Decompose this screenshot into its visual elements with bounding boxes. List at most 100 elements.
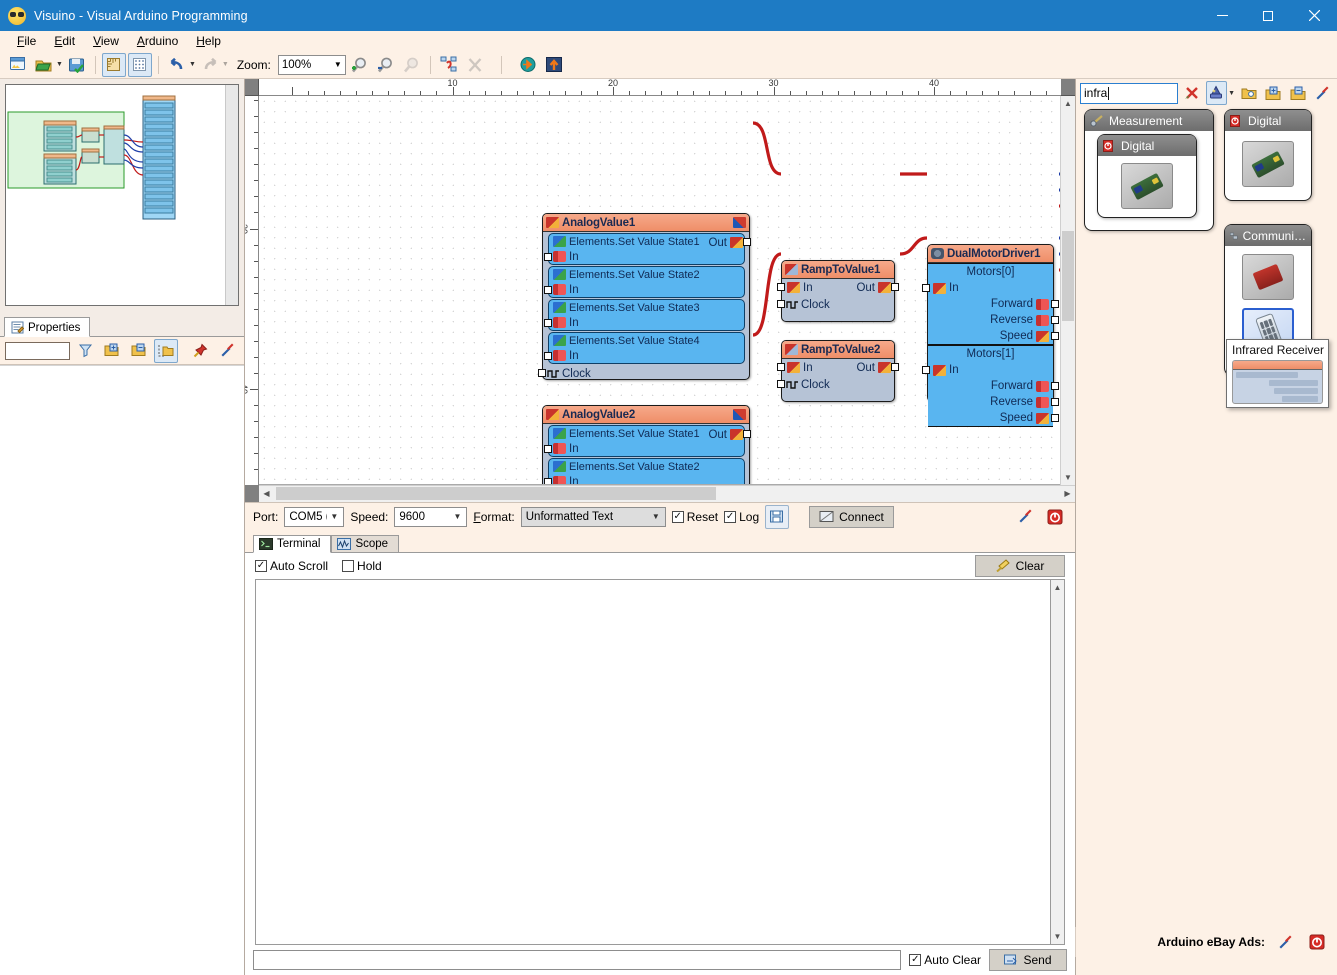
tab-scope[interactable]: Scope: [331, 535, 399, 553]
digital-board-item[interactable]: [1242, 141, 1294, 187]
motor-output-row[interactable]: Forward: [928, 378, 1053, 394]
input-pin[interactable]: [777, 363, 785, 371]
motor-output-pin[interactable]: [1051, 300, 1059, 308]
node-ramptovalue1[interactable]: RampToValue1 In Out: [781, 260, 895, 322]
motor-block-1[interactable]: Motors[1] In Forward: [928, 345, 1053, 427]
terminal-scrollbar[interactable]: ▲ ▼: [1051, 579, 1065, 946]
motor-output-row[interactable]: Forward: [928, 296, 1053, 312]
format-select[interactable]: Unformatted Text ▼: [521, 507, 666, 527]
digital-group[interactable]: Digital: [1224, 109, 1312, 201]
upload-icon[interactable]: [516, 53, 540, 77]
input-pin[interactable]: [544, 445, 552, 453]
node-analogvalue2[interactable]: AnalogValue2 Elements.Set Value State1 I…: [542, 405, 750, 485]
settings-icon[interactable]: [215, 339, 239, 363]
group-by-category-icon[interactable]: [154, 339, 178, 363]
horizontal-scroll-thumb[interactable]: [276, 487, 716, 500]
serial-options-icon[interactable]: [1013, 505, 1037, 529]
menu-view[interactable]: View: [84, 32, 128, 50]
properties-filter-input[interactable]: [5, 342, 70, 360]
clock-row[interactable]: Clock: [782, 296, 894, 313]
menu-help[interactable]: Help: [187, 32, 230, 50]
send-input[interactable]: [253, 950, 901, 970]
node-dualmotordriver1[interactable]: DualMotorDriver1 Motors[0] In Forwar: [927, 244, 1054, 402]
menu-file[interactable]: FFileile: [8, 32, 45, 50]
export-icon[interactable]: [542, 53, 566, 77]
vertical-scroll-thumb[interactable]: [1062, 231, 1074, 321]
minimize-button[interactable]: [1199, 0, 1245, 31]
node-settings-icon[interactable]: [733, 217, 746, 228]
scroll-up-button[interactable]: ▲: [1061, 96, 1075, 111]
motor-output-pin[interactable]: [1051, 316, 1059, 324]
zoom-reset-icon[interactable]: [400, 53, 424, 77]
menu-arduino[interactable]: Arduino: [128, 32, 187, 50]
output-pin[interactable]: [743, 238, 751, 246]
expand-all-icon[interactable]: [100, 339, 124, 363]
element-set-value-state[interactable]: Elements.Set Value State4 In: [548, 332, 745, 364]
node-analogvalue1[interactable]: AnalogValue1 Elements.Set Value State1 I…: [542, 213, 750, 380]
motor-output-pin[interactable]: [1051, 382, 1059, 390]
element-set-value-state[interactable]: Elements.Set Value State2 In: [548, 266, 745, 298]
input-pin[interactable]: [544, 478, 552, 485]
open-category-icon[interactable]: [1238, 81, 1260, 105]
navigator-scrollbar[interactable]: [225, 85, 238, 305]
clock-pin[interactable]: [777, 380, 785, 388]
motor-output-pin[interactable]: [1051, 332, 1059, 340]
toggle-ruler-icon[interactable]: [102, 53, 126, 77]
scroll-down-button[interactable]: ▼: [1051, 929, 1064, 944]
motor-output-row[interactable]: Speed: [928, 410, 1053, 426]
component-browser[interactable]: Measurement Digital: [1076, 107, 1337, 975]
clear-search-icon[interactable]: [1181, 81, 1203, 105]
output-pin-row[interactable]: Out: [705, 234, 746, 251]
search-input[interactable]: infra: [1080, 83, 1178, 104]
node-ramptovalue2[interactable]: RampToValue2 In Out: [781, 340, 895, 402]
motor-output-pin[interactable]: [1051, 398, 1059, 406]
collapse-all-icon[interactable]: [127, 339, 151, 363]
sensor-board-item[interactable]: [1121, 163, 1173, 209]
tab-properties[interactable]: Properties: [4, 317, 90, 337]
digital-subgroup[interactable]: Digital: [1097, 134, 1197, 218]
connect-button[interactable]: Connect: [809, 506, 894, 528]
diagram-canvas[interactable]: AnalogValue1 Elements.Set Value State1 I…: [259, 96, 1060, 485]
tab-terminal[interactable]: Terminal: [253, 535, 331, 553]
menu-edit[interactable]: Edit: [45, 32, 84, 50]
log-checkbox[interactable]: ✓ Log: [724, 510, 759, 524]
input-pin[interactable]: [777, 283, 785, 291]
output-pin-row[interactable]: Out: [705, 426, 746, 443]
motor-input-row[interactable]: In: [928, 280, 1053, 296]
clock-row[interactable]: Clock: [782, 376, 894, 393]
terminal-output[interactable]: [255, 579, 1051, 946]
motor-input-pin[interactable]: [922, 284, 930, 292]
clock-pin[interactable]: [538, 369, 546, 377]
open-project-icon[interactable]: [32, 53, 56, 77]
open-dropdown-caret-icon[interactable]: ▼: [56, 61, 63, 68]
ir-emitter-item[interactable]: [1242, 254, 1294, 300]
clear-button[interactable]: Clear: [975, 555, 1065, 577]
input-row[interactable]: In Out: [782, 359, 894, 376]
undo-icon[interactable]: [165, 53, 189, 77]
add-component-icon[interactable]: [1263, 81, 1285, 105]
scroll-down-button[interactable]: ▼: [1061, 470, 1075, 485]
input-pin[interactable]: [544, 286, 552, 294]
motor-input-pin[interactable]: [922, 366, 930, 374]
output-pin[interactable]: [891, 283, 899, 291]
zoom-out-icon[interactable]: [374, 53, 398, 77]
node-settings-icon[interactable]: [733, 409, 746, 420]
component-settings-icon[interactable]: [1312, 81, 1334, 105]
toggle-grid-icon[interactable]: [128, 53, 152, 77]
redo-icon[interactable]: [198, 53, 222, 77]
filter-funnel-icon[interactable]: [73, 339, 97, 363]
motor-output-row[interactable]: Speed: [928, 328, 1053, 344]
output-pin[interactable]: [743, 430, 751, 438]
wizard-dropdown-caret-icon[interactable]: ▼: [1228, 90, 1235, 97]
zoom-in-icon[interactable]: [348, 53, 372, 77]
speed-select[interactable]: 9600 ▼: [394, 507, 467, 527]
scroll-up-button[interactable]: ▲: [1051, 580, 1064, 595]
input-pin[interactable]: [544, 319, 552, 327]
maximize-button[interactable]: [1245, 0, 1291, 31]
save-project-icon[interactable]: [65, 53, 89, 77]
auto-scroll-checkbox[interactable]: ✓ Auto Scroll: [255, 559, 328, 573]
scroll-left-button[interactable]: ◀: [259, 486, 274, 501]
motor-output-row[interactable]: Reverse: [928, 312, 1053, 328]
pin-icon[interactable]: [188, 339, 212, 363]
manage-component-icon[interactable]: [1287, 81, 1309, 105]
